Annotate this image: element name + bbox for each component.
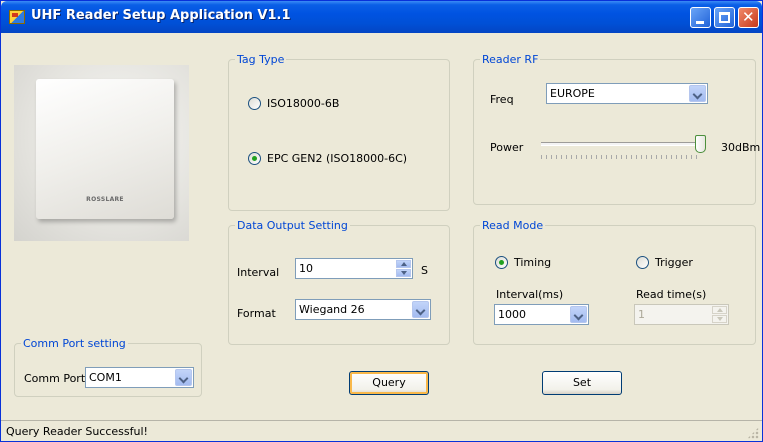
- interval-value: 10: [299, 262, 313, 275]
- radio-label-iso18000-6b: ISO18000-6B: [267, 97, 340, 110]
- chevron-down-icon[interactable]: [175, 369, 192, 386]
- chevron-down-icon[interactable]: [412, 301, 429, 318]
- reader-product-image: ROSSLARE: [14, 65, 189, 241]
- comm-port-select[interactable]: COM1: [85, 367, 194, 388]
- comm-port-value: COM1: [89, 371, 122, 384]
- radio-circle-trigger: [636, 256, 649, 269]
- device-logo: ROSSLARE: [86, 196, 124, 203]
- format-select[interactable]: Wiegand 26: [295, 299, 431, 320]
- status-bar: Query Reader Successful!: [1, 420, 762, 441]
- read-interval-value: 1000: [498, 308, 526, 321]
- close-icon: ✕: [742, 8, 755, 26]
- format-value: Wiegand 26: [299, 303, 365, 316]
- chevron-down-icon[interactable]: [570, 306, 587, 323]
- radio-timing[interactable]: Timing: [495, 256, 551, 269]
- radio-circle-timing: [495, 256, 508, 269]
- spin-up-icon[interactable]: [396, 260, 411, 268]
- power-slider-track[interactable]: [541, 142, 703, 146]
- interval-spinner[interactable]: 10: [295, 258, 413, 279]
- close-button[interactable]: ✕: [738, 7, 759, 28]
- query-button[interactable]: Query: [349, 371, 429, 395]
- radio-circle-iso18000-6b: [248, 97, 261, 110]
- radio-label-timing: Timing: [514, 256, 552, 269]
- read-time-spinner[interactable]: 1: [634, 304, 729, 325]
- read-time-spinner-buttons: [712, 306, 727, 323]
- maximize-button[interactable]: [714, 7, 735, 28]
- read-interval-select[interactable]: 1000: [494, 304, 589, 325]
- read-mode-legend: Read Mode: [482, 219, 544, 232]
- interval-label: Interval: [237, 266, 280, 279]
- radio-circle-epc-gen2: [248, 152, 261, 165]
- spin-up-icon: [712, 306, 727, 314]
- power-label: Power: [490, 141, 524, 154]
- radio-label-trigger: Trigger: [655, 256, 693, 269]
- power-value: 30dBm: [721, 141, 761, 154]
- tag-type-legend: Tag Type: [237, 53, 285, 66]
- read-interval-label: Interval(ms): [496, 288, 564, 301]
- interval-unit: S: [421, 264, 428, 277]
- minimize-button[interactable]: [690, 7, 711, 28]
- comm-port-label: Comm Port: [24, 372, 86, 385]
- status-text: Query Reader Successful!: [6, 425, 148, 438]
- radio-label-epc-gen2: EPC GEN2 (ISO18000-6C): [267, 152, 408, 165]
- maximize-icon: [719, 12, 730, 23]
- app-window: UHF Reader Setup Application V1.1 ✕ ROSS…: [0, 0, 763, 442]
- power-slider-thumb[interactable]: [695, 135, 706, 153]
- radio-epc-gen2[interactable]: EPC GEN2 (ISO18000-6C): [248, 152, 407, 165]
- reader-rf-group: Reader RF: [473, 53, 756, 205]
- read-time-label: Read time(s): [636, 288, 707, 301]
- comm-port-legend: Comm Port setting: [23, 337, 126, 350]
- app-icon: [9, 10, 25, 24]
- interval-spinner-buttons[interactable]: [396, 260, 411, 277]
- resize-grip-icon[interactable]: [747, 427, 759, 439]
- radio-iso18000-6b[interactable]: ISO18000-6B: [248, 97, 339, 110]
- reader-device-illustration: ROSSLARE: [36, 79, 174, 219]
- spin-down-icon[interactable]: [396, 269, 411, 277]
- data-output-group: Data Output Setting: [228, 219, 450, 345]
- power-slider-ticks: [541, 155, 701, 159]
- reader-rf-legend: Reader RF: [482, 53, 539, 66]
- chevron-down-icon[interactable]: [689, 85, 706, 102]
- tag-type-group: Tag Type: [228, 53, 450, 211]
- spin-down-icon: [712, 315, 727, 323]
- data-output-legend: Data Output Setting: [237, 219, 348, 232]
- read-mode-group: Read Mode: [473, 219, 756, 345]
- freq-label: Freq: [490, 93, 514, 106]
- freq-select[interactable]: EUROPE: [546, 83, 708, 104]
- format-label: Format: [237, 307, 276, 320]
- read-time-value: 1: [638, 308, 645, 321]
- radio-trigger[interactable]: Trigger: [636, 256, 693, 269]
- title-bar[interactable]: UHF Reader Setup Application V1.1 ✕: [1, 1, 762, 33]
- minimize-icon: [696, 21, 704, 24]
- window-title: UHF Reader Setup Application V1.1: [31, 8, 291, 23]
- set-button[interactable]: Set: [542, 371, 622, 395]
- freq-value: EUROPE: [550, 87, 595, 100]
